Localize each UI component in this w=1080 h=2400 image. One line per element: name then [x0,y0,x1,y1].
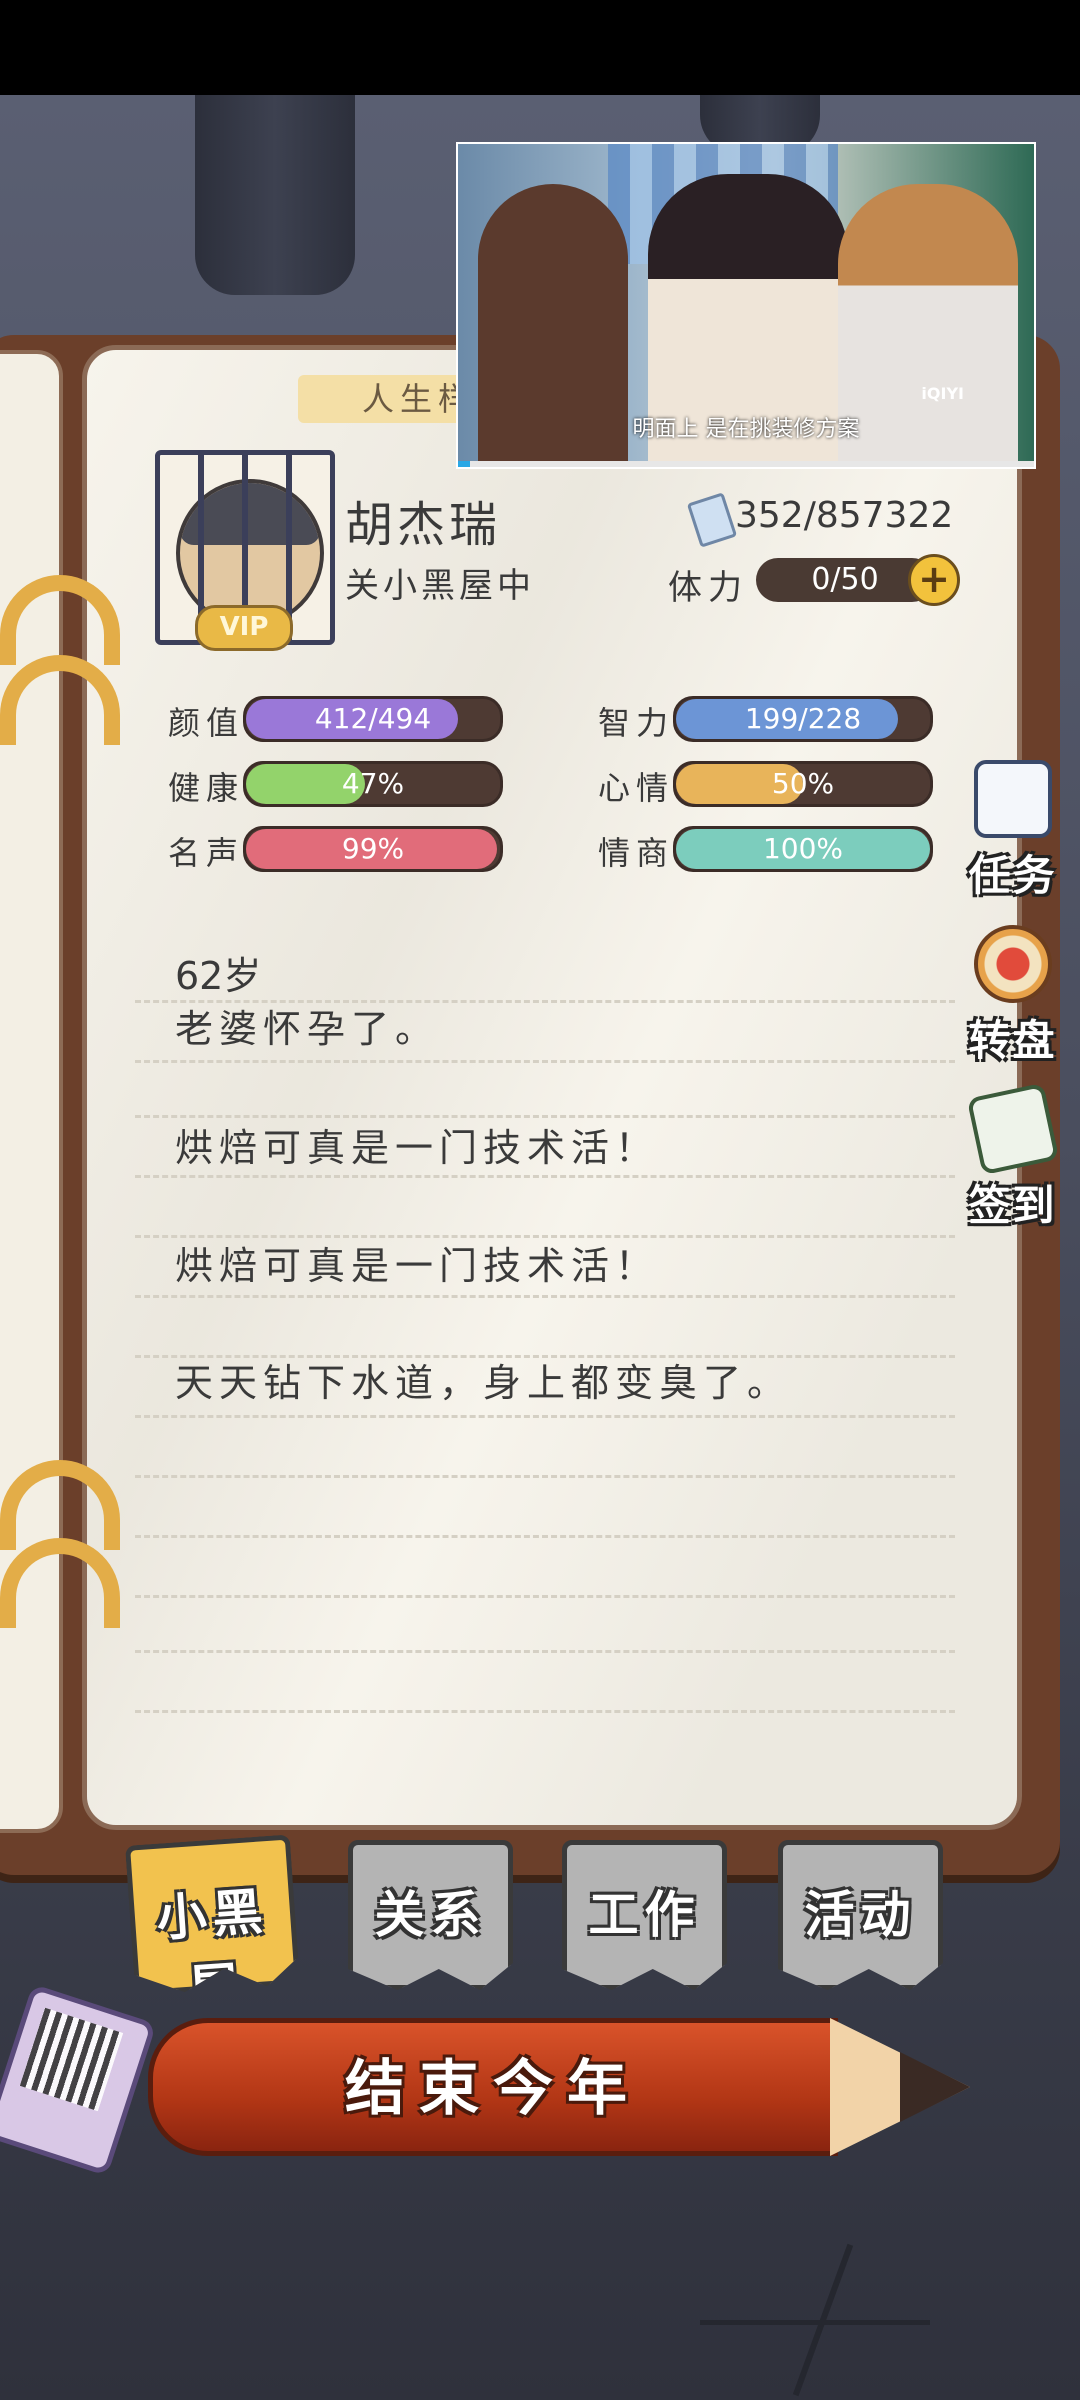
stat-label: 心情 [598,769,675,807]
stat-label: 健康 [168,769,245,807]
video-subtitle: 明面上 是在挑装修方案 [632,417,860,442]
stat-label: 智力 [598,704,675,742]
stat-bar-intelligence: 199/228 [673,696,933,742]
task-button[interactable]: 任务 [955,760,1070,903]
character-name: 胡杰瑞 [345,497,502,553]
tab-relationship[interactable]: 关系 [348,1840,513,1990]
stamina-label: 体力 [668,568,748,608]
stat-bar-mood: 50% [673,761,933,807]
end-year-label[interactable]: 结束今年 [148,2040,838,2127]
pencil-lead [900,2052,970,2122]
log-entry: 烘焙可真是一门技术活！ [175,1126,660,1170]
calendar-pen-icon [966,1082,1059,1176]
log-age: 62岁 [175,954,262,998]
log-entry: 天天钻下水道，身上都变臭了。 [175,1361,792,1405]
add-stamina-button[interactable]: + [908,554,960,606]
wheel-icon [973,925,1052,1003]
character-status: 关小黑屋中 [345,566,535,606]
log-entry: 老婆怀孕了。 [175,1007,440,1051]
stat-label: 名声 [168,834,245,872]
tab-work[interactable]: 工作 [562,1840,727,1990]
stat-bar-appearance: 412/494 [243,696,503,742]
video-progress[interactable] [458,461,1034,467]
video-overlay[interactable]: iQIYI 明面上 是在挑装修方案 [456,142,1036,469]
stat-bar-health: 47% [243,761,503,807]
qr-code-icon [19,2007,124,2112]
tab-dark-room[interactable]: 小黑屋 [125,1834,300,1995]
wheel-button[interactable]: 转盘 [955,925,1070,1068]
status-bar [0,0,1080,95]
stat-bar-fame: 99% [243,826,503,872]
checkin-button[interactable]: 签到 [955,1082,1070,1233]
pipe-decoration [195,95,355,295]
log-entry: 烘焙可真是一门技术活！ [175,1244,660,1288]
vip-badge[interactable]: VIP [195,605,293,651]
video-watermark: iQIYI [921,384,964,403]
stat-bar-eq: 100% [673,826,933,872]
tab-activity[interactable]: 活动 [778,1840,943,1990]
stat-label: 情商 [598,834,675,872]
money-value: 352/857322 [735,495,954,536]
stat-label: 颜值 [168,704,245,742]
clipboard-icon [973,760,1052,838]
